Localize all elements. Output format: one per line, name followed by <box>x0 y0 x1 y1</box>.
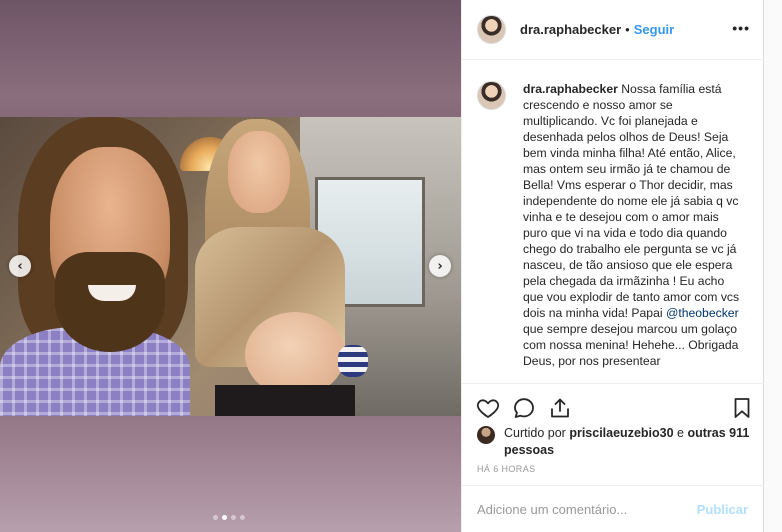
carousel-dot <box>240 515 245 520</box>
liker-username[interactable]: priscilaeuzebio30 <box>569 426 673 440</box>
caption-username[interactable]: dra.raphabecker <box>523 82 618 96</box>
woman-skirt <box>215 385 355 416</box>
woman-face <box>228 131 290 213</box>
action-bar <box>462 383 764 431</box>
speech-bubble-icon[interactable] <box>512 396 536 420</box>
baby-shoes <box>338 345 368 377</box>
chevron-left-icon: ‹ <box>17 258 23 274</box>
post-timestamp[interactable]: HÁ 6 HORAS <box>477 464 536 474</box>
caption-avatar[interactable] <box>477 81 506 110</box>
liked-by-conjunction: e <box>677 426 684 440</box>
follow-button[interactable]: Seguir <box>634 22 674 37</box>
header-separator: • <box>625 22 630 37</box>
caption-text: dra.raphabecker Nossa família está cresc… <box>523 81 744 383</box>
bookmark-icon[interactable] <box>730 396 754 420</box>
header-username[interactable]: dra.raphabecker <box>520 22 621 37</box>
chevron-right-icon: › <box>437 258 443 274</box>
caption-mention-link[interactable]: @theobecker <box>666 306 739 320</box>
page-gutter <box>764 0 782 532</box>
caption-body: Nossa família está crescendo e nosso amo… <box>523 82 740 320</box>
carousel-dot <box>213 515 218 520</box>
caption-body-continued: que sempre desejou marcou um golaço com … <box>523 322 739 368</box>
post-sidebar: dra.raphabecker • Seguir ••• dra.raphabe… <box>461 0 764 532</box>
liked-by-text: Curtido por priscilaeuzebio30 e outras 9… <box>504 425 757 459</box>
carousel-next-button[interactable]: › <box>429 255 451 277</box>
publish-button[interactable]: Publicar <box>697 502 748 517</box>
avatar[interactable] <box>477 15 506 44</box>
carousel-dot <box>222 515 227 520</box>
liked-by-prefix: Curtido por <box>504 426 566 440</box>
share-upload-icon[interactable] <box>548 396 572 420</box>
man-beard <box>55 252 165 352</box>
post-photo[interactable] <box>0 117 461 416</box>
comment-input[interactable] <box>477 501 697 517</box>
carousel-dot <box>231 515 236 520</box>
post-media: ‹ › <box>0 0 461 532</box>
more-options-button[interactable]: ••• <box>732 20 750 36</box>
post-header: dra.raphabecker • Seguir ••• <box>462 0 764 60</box>
heart-outline-icon[interactable] <box>476 396 500 420</box>
comment-box: Publicar <box>462 485 764 532</box>
carousel-prev-button[interactable]: ‹ <box>9 255 31 277</box>
liker-avatar[interactable] <box>477 426 495 444</box>
carousel-dots <box>213 515 245 520</box>
liked-by: Curtido por priscilaeuzebio30 e outras 9… <box>477 425 757 459</box>
caption-area: dra.raphabecker Nossa família está cresc… <box>462 61 764 383</box>
